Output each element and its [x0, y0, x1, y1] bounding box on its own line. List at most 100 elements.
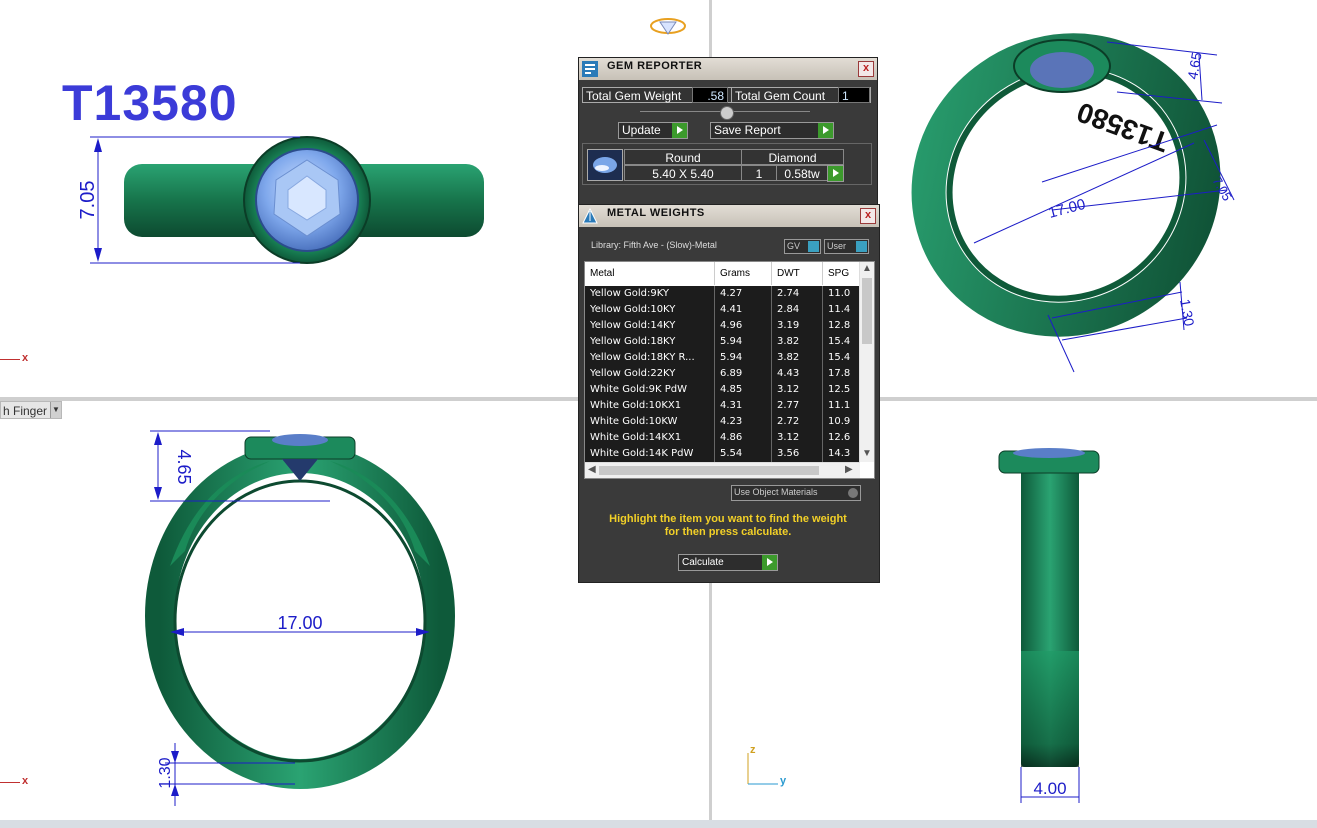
table-cell: 12.8 [823, 318, 863, 334]
user-label: User [827, 241, 847, 251]
toggle-icon [848, 488, 858, 498]
play-icon [672, 123, 687, 138]
table-row[interactable]: Yellow Gold:22KY 6.89 4.43 17.8 [585, 366, 863, 382]
table-cell: Yellow Gold:10KY [585, 302, 715, 318]
table-cell: Yellow Gold:18KY [585, 334, 715, 350]
table-cell: White Gold:9K PdW [585, 382, 715, 398]
table-cell: 14.3 [823, 446, 863, 462]
metal-table-hscroll[interactable]: ◀ ▶ [585, 462, 860, 478]
table-cell: 4.23 [715, 414, 772, 430]
update-button-label: Update [622, 123, 661, 137]
table-cell: 5.94 [715, 334, 772, 350]
metal-table[interactable]: Metal Grams DWT SPG Yellow Gold:9KY 4.27 2… [584, 261, 875, 479]
table-cell: White Gold:10KX1 [585, 398, 715, 414]
table-cell: 15.4 [823, 350, 863, 366]
table-cell: 2.74 [772, 286, 823, 302]
scroll-down-icon[interactable]: ▼ [862, 448, 872, 459]
table-row[interactable]: Yellow Gold:18KY 5.94 3.82 15.4 [585, 334, 863, 350]
table-cell: 6.89 [715, 366, 772, 382]
table-row[interactable]: Yellow Gold:14KY 4.96 3.19 12.8 [585, 318, 863, 334]
hint-line-2: for then press calculate. [664, 526, 792, 538]
table-cell: 4.85 [715, 382, 772, 398]
play-icon [828, 166, 843, 181]
metal-weights-title: METAL WEIGHTS [607, 207, 705, 219]
table-row[interactable]: White Gold:14K PdW 5.54 3.56 14.3 [585, 446, 863, 462]
table-row[interactable]: White Gold:14KX1 4.86 3.12 12.6 [585, 430, 863, 446]
play-icon [818, 123, 833, 138]
axis-y-label: y [780, 775, 787, 787]
dim-bottom-left-band: 1.30 [157, 757, 174, 788]
hint-line-1: Highlight the item you want to find the … [609, 513, 847, 525]
gem-go-button[interactable] [827, 165, 844, 182]
table-cell: White Gold:10KW [585, 414, 715, 430]
table-cell: Yellow Gold:9KY [585, 286, 715, 302]
axis-z-label: z [750, 744, 756, 756]
dim-bottom-right-width: 4.00 [1033, 779, 1066, 798]
save-report-button[interactable]: Save Report [710, 122, 834, 139]
gem-size: 5.40 X 5.40 [624, 165, 742, 181]
metal-table-vscroll[interactable]: ▲ ▼ [859, 262, 874, 462]
calculate-button[interactable]: Calculate [678, 554, 778, 571]
table-cell: 2.84 [772, 302, 823, 318]
col-dwt[interactable]: DWT [772, 262, 823, 285]
axis-x-label-bottom: x [22, 775, 29, 787]
chevron-down-icon[interactable]: ▼ [50, 402, 61, 418]
table-row[interactable]: Yellow Gold:9KY 4.27 2.74 11.0 [585, 286, 863, 302]
gem-shape: Round [624, 149, 742, 165]
metal-weights-titlebar[interactable]: METAL WEIGHTS x [579, 205, 879, 227]
table-cell: White Gold:14K PdW [585, 446, 715, 462]
toggle-icon [856, 241, 867, 252]
close-icon[interactable]: x [860, 208, 876, 224]
table-cell: 11.1 [823, 398, 863, 414]
total-gem-weight-value: .58 [692, 87, 728, 103]
dim-top-right-band: 1.30 [1177, 298, 1198, 328]
table-cell: 4.96 [715, 318, 772, 334]
col-metal[interactable]: Metal [585, 262, 715, 285]
table-cell: 11.4 [823, 302, 863, 318]
table-cell: 12.6 [823, 430, 863, 446]
gem-reporter-titlebar[interactable]: GEM REPORTER x [579, 58, 877, 80]
table-cell: 11.0 [823, 286, 863, 302]
calculate-button-label: Calculate [682, 557, 724, 568]
user-toggle[interactable]: User [824, 239, 869, 254]
table-cell: 5.94 [715, 350, 772, 366]
table-cell: Yellow Gold:18KY R... [585, 350, 715, 366]
scroll-up-icon[interactable]: ▲ [862, 263, 872, 274]
table-cell: 3.82 [772, 350, 823, 366]
table-cell: 12.5 [823, 382, 863, 398]
table-row[interactable]: White Gold:10KX1 4.31 2.77 11.1 [585, 398, 863, 414]
col-spg[interactable]: SPG [823, 262, 863, 285]
scroll-thumb[interactable] [862, 278, 872, 344]
dim-height-top-left: 7.05 [77, 181, 99, 220]
table-cell: 3.19 [772, 318, 823, 334]
gv-toggle[interactable]: GV [784, 239, 821, 254]
table-cell: 3.56 [772, 446, 823, 462]
dim-top-right-height: 4.65 [1184, 51, 1205, 81]
table-row[interactable]: Yellow Gold:18KY R... 5.94 3.82 15.4 [585, 350, 863, 366]
table-row[interactable]: White Gold:10KW 4.23 2.72 10.9 [585, 414, 863, 430]
scroll-thumb-h[interactable] [599, 466, 819, 475]
col-grams[interactable]: Grams [715, 262, 772, 285]
table-cell: 15.4 [823, 334, 863, 350]
diamond-logo-icon [650, 18, 686, 35]
table-cell: White Gold:14KX1 [585, 430, 715, 446]
table-cell: 4.31 [715, 398, 772, 414]
table-cell: 2.77 [772, 398, 823, 414]
scroll-left-icon[interactable]: ◀ [588, 464, 596, 475]
table-row[interactable]: Yellow Gold:10KY 4.41 2.84 11.4 [585, 302, 863, 318]
gem-weight: 0.58tw [776, 165, 828, 181]
gem-type: Diamond [741, 149, 844, 165]
viewport-label-tab[interactable]: h Finger ▼ [0, 401, 62, 419]
save-report-button-label: Save Report [714, 123, 781, 137]
close-icon[interactable]: x [858, 61, 874, 77]
scroll-right-icon[interactable]: ▶ [845, 464, 853, 475]
gem-thumbnail-icon [587, 149, 623, 181]
use-object-materials-toggle[interactable]: Use Object Materials [731, 485, 861, 501]
collapse-toggle[interactable] [720, 106, 734, 120]
update-button[interactable]: Update [618, 122, 688, 139]
table-row[interactable]: White Gold:9K PdW 4.85 3.12 12.5 [585, 382, 863, 398]
table-cell: 4.43 [772, 366, 823, 382]
report-icon [582, 61, 598, 77]
table-cell: 3.82 [772, 334, 823, 350]
dim-bottom-left-inner: 17.00 [277, 613, 322, 633]
